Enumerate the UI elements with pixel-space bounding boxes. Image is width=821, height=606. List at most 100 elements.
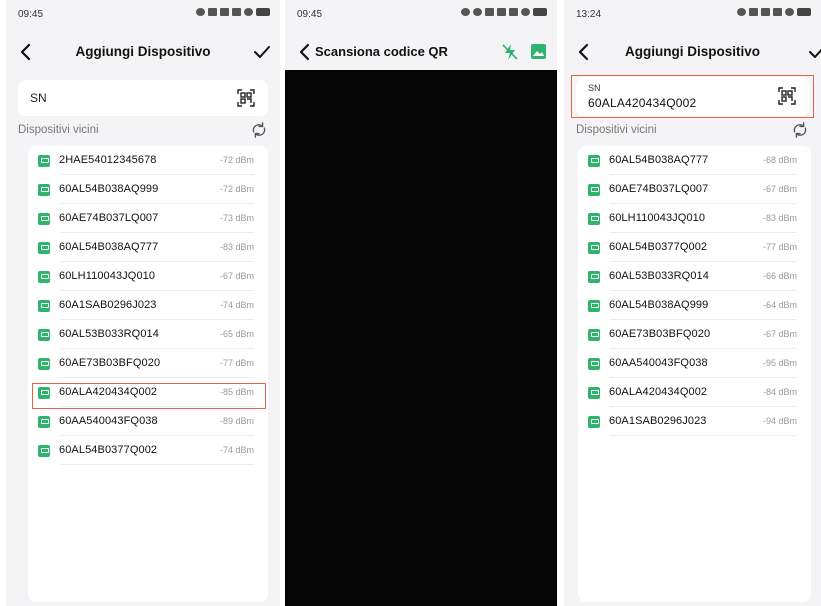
sn-label: SN bbox=[588, 83, 601, 93]
device-sn: 60AL54B0377Q002 bbox=[59, 444, 158, 456]
device-icon bbox=[38, 242, 50, 254]
device-row[interactable]: 60LH110043JQ010 -67 dBm bbox=[28, 262, 268, 291]
device-row[interactable]: 60AL54B038AQ777 -83 dBm bbox=[28, 233, 268, 262]
refresh-icon[interactable] bbox=[250, 121, 268, 139]
screen-add-device-1: 09:45 Aggiungi Dispositivo SN Dispositiv… bbox=[6, 0, 280, 606]
device-rssi: -77 dBm bbox=[762, 242, 797, 252]
device-sn: 60A1SAB0296J023 bbox=[609, 415, 707, 427]
device-sn: 60LH110043JQ010 bbox=[609, 212, 706, 224]
device-row[interactable]: 2HAE54012345678 -72 dBm bbox=[28, 146, 268, 175]
back-arrow-icon[interactable] bbox=[295, 42, 315, 62]
device-row[interactable]: 60AE74B037LQ007 -73 dBm bbox=[28, 204, 268, 233]
flash-off-icon[interactable] bbox=[501, 42, 519, 62]
device-sn: 60A1SAB0296J023 bbox=[59, 299, 157, 311]
device-sn: 60AL54B038AQ999 bbox=[609, 299, 709, 311]
device-rssi: -94 dBm bbox=[762, 416, 797, 426]
device-icon bbox=[38, 387, 50, 399]
sn-input[interactable]: SN bbox=[18, 80, 268, 116]
device-sn: 2HAE54012345678 bbox=[59, 154, 157, 166]
device-rssi: -72 dBm bbox=[219, 184, 254, 194]
device-rssi: -74 dBm bbox=[219, 300, 254, 310]
device-icon bbox=[588, 242, 600, 254]
device-rssi: -85 dBm bbox=[219, 387, 254, 397]
device-row[interactable]: 60LH110043JQ010 -83 dBm bbox=[578, 204, 811, 233]
device-rssi: -68 dBm bbox=[762, 155, 797, 165]
device-row[interactable]: 60AL54B0377Q002 -77 dBm bbox=[578, 233, 811, 262]
camera-viewfinder[interactable] bbox=[285, 70, 557, 606]
status-icons bbox=[196, 8, 270, 16]
screen-add-device-2: 13:24 Aggiungi Dispositivo SN 60ALA42043… bbox=[564, 0, 821, 606]
device-rssi: -84 dBm bbox=[762, 387, 797, 397]
device-rssi: -67 dBm bbox=[219, 271, 254, 281]
device-rssi: -67 dBm bbox=[762, 184, 797, 194]
device-icon bbox=[38, 155, 50, 167]
status-time: 13:24 bbox=[576, 9, 602, 20]
device-rssi: -83 dBm bbox=[762, 213, 797, 223]
device-sn: 60AL53B033RQ014 bbox=[59, 328, 159, 340]
device-rssi: -64 dBm bbox=[762, 300, 797, 310]
device-rssi: -74 dBm bbox=[219, 445, 254, 455]
sn-value: 60ALA420434Q002 bbox=[588, 96, 697, 110]
device-icon bbox=[38, 213, 50, 225]
device-icon bbox=[38, 358, 50, 370]
device-list: 60AL54B038AQ777 -68 dBm 60AE74B037LQ007 -67… bbox=[578, 146, 811, 602]
device-icon bbox=[588, 329, 600, 341]
device-icon bbox=[38, 184, 50, 196]
check-icon[interactable] bbox=[252, 42, 272, 62]
device-row[interactable]: 60AA540043FQ038 -95 dBm bbox=[578, 349, 811, 378]
check-icon[interactable] bbox=[807, 42, 821, 62]
device-icon bbox=[588, 155, 600, 167]
device-row[interactable]: 60AE73B03BFQ020 -77 dBm bbox=[28, 349, 268, 378]
device-sn: 60AE74B037LQ007 bbox=[59, 212, 159, 224]
device-row[interactable]: 60ALA420434Q002 -85 dBm bbox=[28, 378, 268, 407]
device-row[interactable]: 60AL54B0377Q002 -74 dBm bbox=[28, 436, 268, 465]
device-row[interactable]: 60AL54B038AQ999 -64 dBm bbox=[578, 291, 811, 320]
device-row[interactable]: 60AA540043FQ038 -89 dBm bbox=[28, 407, 268, 436]
status-bar: 09:45 bbox=[6, 0, 280, 34]
gallery-icon[interactable] bbox=[530, 43, 547, 60]
device-sn: 60AE74B037LQ007 bbox=[609, 183, 709, 195]
device-icon bbox=[588, 213, 600, 225]
device-rssi: -83 dBm bbox=[219, 242, 254, 252]
device-sn: 60LH110043JQ010 bbox=[59, 270, 156, 282]
qr-scan-icon[interactable] bbox=[777, 86, 797, 106]
device-row[interactable]: 60AE73B03BFQ020 -67 dBm bbox=[578, 320, 811, 349]
device-icon bbox=[588, 387, 600, 399]
device-icon bbox=[588, 184, 600, 196]
qr-scan-icon[interactable] bbox=[236, 88, 256, 108]
device-rssi: -73 dBm bbox=[219, 213, 254, 223]
device-sn: 60AL54B038AQ777 bbox=[609, 154, 709, 166]
device-sn: 60ALA420434Q002 bbox=[609, 386, 708, 398]
page-title: Scansiona codice QR bbox=[315, 44, 448, 59]
device-list: 2HAE54012345678 -72 dBm 60AL54B038AQ999 -72… bbox=[28, 146, 268, 602]
status-bar: 13:24 bbox=[564, 0, 821, 34]
device-icon bbox=[588, 416, 600, 428]
device-sn: 60ALA420434Q002 bbox=[59, 386, 158, 398]
device-rssi: -89 dBm bbox=[219, 416, 254, 426]
status-time: 09:45 bbox=[18, 9, 44, 20]
device-rssi: -72 dBm bbox=[219, 155, 254, 165]
device-icon bbox=[588, 300, 600, 312]
sn-input[interactable]: SN 60ALA420434Q002 bbox=[576, 77, 809, 116]
device-row[interactable]: 60AL53B033RQ014 -65 dBm bbox=[28, 320, 268, 349]
device-row[interactable]: 60A1SAB0296J023 -74 dBm bbox=[28, 291, 268, 320]
device-row[interactable]: 60A1SAB0296J023 -94 dBm bbox=[578, 407, 811, 436]
device-icon bbox=[38, 271, 50, 283]
header: Aggiungi Dispositivo bbox=[564, 36, 821, 70]
device-sn: 60AL53B033RQ014 bbox=[609, 270, 709, 282]
device-rssi: -95 dBm bbox=[762, 358, 797, 368]
section-label: Dispositivi vicini bbox=[576, 124, 657, 136]
section-label: Dispositivi vicini bbox=[18, 124, 99, 136]
device-row[interactable]: 60ALA420434Q002 -84 dBm bbox=[578, 378, 811, 407]
device-row[interactable]: 60AL53B033RQ014 -66 dBm bbox=[578, 262, 811, 291]
device-row[interactable]: 60AL54B038AQ777 -68 dBm bbox=[578, 146, 811, 175]
refresh-icon[interactable] bbox=[791, 121, 809, 139]
device-sn: 60AA540043FQ038 bbox=[609, 357, 708, 369]
screen-scan-qr: 09:45 Scansiona codice QR bbox=[285, 0, 557, 606]
device-sn: 60AA540043FQ038 bbox=[59, 415, 158, 427]
status-icons bbox=[737, 8, 811, 16]
device-row[interactable]: 60AE74B037LQ007 -67 dBm bbox=[578, 175, 811, 204]
device-sn: 60AE73B03BFQ020 bbox=[59, 357, 161, 369]
device-row[interactable]: 60AL54B038AQ999 -72 dBm bbox=[28, 175, 268, 204]
device-sn: 60AL54B038AQ999 bbox=[59, 183, 159, 195]
